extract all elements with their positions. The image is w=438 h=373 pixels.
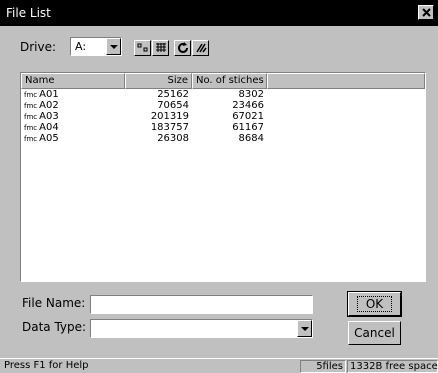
file-icon: fmc <box>24 113 38 121</box>
detail-view-button[interactable] <box>152 40 169 56</box>
file-name-text: A05 <box>39 133 59 144</box>
file-stitches-cell: 67021 <box>232 111 264 122</box>
row-filler <box>267 89 425 100</box>
list-view-button[interactable] <box>134 40 151 56</box>
file-size-cell: 26308 <box>157 133 189 144</box>
file-stitches-cell: 61167 <box>232 122 264 133</box>
list-rows: fmc A01 25162 8302 fmc A02 70654 23466 fmc A03 201… <box>21 89 425 144</box>
file-name-cell: fmc A03 <box>21 111 125 122</box>
file-stitches-cell: 8684 <box>238 133 264 144</box>
table-row[interactable]: fmc A02 70654 23466 <box>21 100 425 111</box>
table-row[interactable]: fmc A03 201319 67021 <box>21 111 425 122</box>
row-filler <box>267 122 425 133</box>
file-name-label: File Name: <box>22 296 86 310</box>
close-button[interactable] <box>418 5 434 20</box>
cancel-button[interactable]: Cancel <box>348 321 401 345</box>
file-name-input[interactable] <box>90 295 313 314</box>
drive-select[interactable]: A: <box>70 37 122 56</box>
status-help-text: Press F1 for Help <box>4 360 89 371</box>
status-file-count: 5files <box>300 360 346 373</box>
file-size-cell: 25162 <box>157 89 189 100</box>
refresh-button[interactable] <box>174 40 191 56</box>
column-header-name[interactable]: Name <box>21 73 125 89</box>
file-size-cell: 183757 <box>150 122 189 133</box>
chevron-down-icon <box>300 326 309 331</box>
file-icon: fmc <box>24 102 38 110</box>
file-icon: fmc <box>24 91 38 99</box>
row-filler <box>267 133 425 144</box>
close-icon <box>421 8 431 17</box>
file-name-cell: fmc A02 <box>21 100 125 111</box>
file-size-cell: 70654 <box>157 100 189 111</box>
ok-label: OK <box>356 296 393 312</box>
data-type-label: Data Type: <box>22 320 87 334</box>
column-header-size[interactable]: Size <box>125 73 192 89</box>
file-name-cell: fmc A04 <box>21 122 125 133</box>
cancel-label: Cancel <box>354 326 395 340</box>
table-row[interactable]: fmc A04 183757 61167 <box>21 122 425 133</box>
refresh-icon <box>177 42 188 53</box>
file-name-text: A03 <box>39 111 59 122</box>
disk-icon <box>195 43 207 53</box>
list-header: Name Size No. of stiches <box>21 73 425 89</box>
disk-button[interactable] <box>192 40 209 56</box>
chevron-down-icon <box>109 44 118 49</box>
column-header-filler <box>267 73 425 89</box>
drive-label: Drive: <box>20 40 57 54</box>
file-name-cell: fmc A05 <box>21 133 125 144</box>
row-filler <box>267 100 425 111</box>
drive-value: A: <box>75 40 87 53</box>
drive-dropdown-button[interactable] <box>106 38 121 55</box>
data-type-select[interactable] <box>90 319 313 338</box>
file-list[interactable]: Name Size No. of stiches fmc A01 25162 8302… <box>20 72 426 282</box>
file-stitches-cell: 23466 <box>232 100 264 111</box>
file-name-cell: fmc A01 <box>21 89 125 100</box>
window-title: File List <box>6 6 51 20</box>
table-row[interactable]: fmc A05 26308 8684 <box>21 133 425 144</box>
data-type-dropdown-button[interactable] <box>297 320 312 337</box>
file-icon: fmc <box>24 124 38 132</box>
detail-view-icon <box>155 43 166 52</box>
table-row[interactable]: fmc A01 25162 8302 <box>21 89 425 100</box>
file-stitches-cell: 8302 <box>238 89 264 100</box>
column-header-stitches[interactable]: No. of stiches <box>192 73 267 89</box>
file-icon: fmc <box>24 135 38 143</box>
file-size-cell: 201319 <box>150 111 189 122</box>
status-bar: Press F1 for Help 5files 1332B free spac… <box>0 358 438 373</box>
file-name-text: A04 <box>39 122 59 133</box>
title-bar: File List <box>0 0 438 26</box>
list-view-icon <box>137 43 147 52</box>
file-name-text: A02 <box>39 100 59 111</box>
row-filler <box>267 111 425 122</box>
ok-button[interactable]: OK <box>347 291 402 317</box>
status-free-space: 1332B free space <box>347 360 438 373</box>
file-name-text: A01 <box>39 89 59 100</box>
